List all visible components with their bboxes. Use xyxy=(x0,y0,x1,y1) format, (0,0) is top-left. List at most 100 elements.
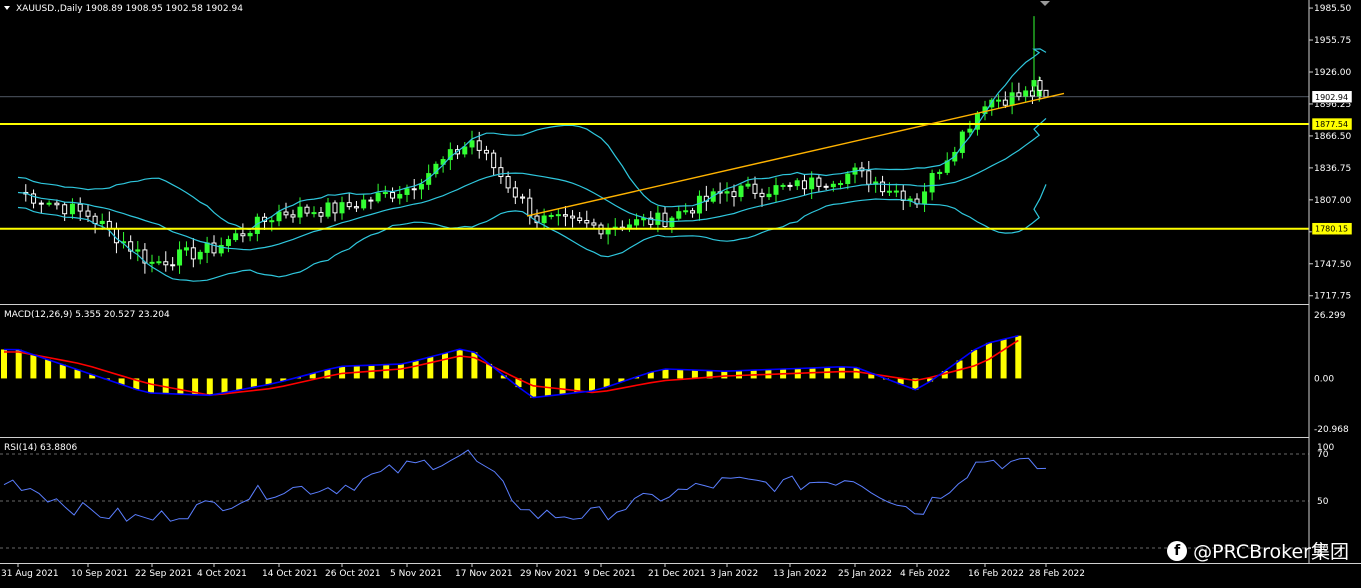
bear-candle-body xyxy=(491,152,497,169)
bull-candle-body xyxy=(177,249,183,266)
bull-candle-body xyxy=(886,190,892,193)
bull-candle-body xyxy=(197,251,203,260)
date-label: 25 Jan 2022 xyxy=(838,569,892,579)
bear-candle-body xyxy=(38,202,44,205)
bull-candle-body xyxy=(937,171,943,175)
bear-candle-body xyxy=(346,202,352,208)
date-label: 17 Nov 2021 xyxy=(455,569,513,579)
price-axis-label: 1955.75 xyxy=(1314,36,1351,46)
bull-candle-body xyxy=(541,215,547,224)
bull-candle-body xyxy=(69,203,75,215)
macd-axis-label: -20.968 xyxy=(1314,425,1349,435)
bear-candle-body xyxy=(290,214,296,218)
bull-candle-body xyxy=(156,261,162,264)
bull-candle-body xyxy=(469,140,475,148)
date-label: 13 Jan 2022 xyxy=(773,569,827,579)
macd-histogram-bar xyxy=(1000,339,1007,379)
bull-candle-body xyxy=(794,180,800,187)
bull-candle-body xyxy=(361,199,367,209)
macd-histogram-bar xyxy=(148,378,154,394)
bear-candle-body xyxy=(512,187,518,198)
bull-candle-body xyxy=(339,202,345,214)
bear-candle-body xyxy=(332,202,338,214)
macd-histogram-bar xyxy=(45,359,52,379)
bear-candle-body xyxy=(787,184,793,187)
date-label: 3 Jan 2022 xyxy=(710,569,758,579)
bull-candle-body xyxy=(99,220,105,225)
watermark-text: @PRCBroker集团 xyxy=(1193,541,1349,563)
bear-candle-body xyxy=(577,217,583,221)
bull-candle-body xyxy=(745,183,751,187)
macd-histogram-bar xyxy=(427,356,434,379)
macd-histogram-bar xyxy=(838,366,845,379)
macd-header: MACD(12,26,9) 5.355 20.527 23.204 xyxy=(4,310,170,320)
bear-candle-body xyxy=(759,192,765,198)
price-axis-label: 1866.50 xyxy=(1314,132,1351,142)
facebook-icon: f xyxy=(1167,540,1188,561)
macd-histogram-bar xyxy=(736,370,742,379)
bear-candle-body xyxy=(816,177,822,187)
bear-candle-body xyxy=(801,180,807,190)
bull-candle-body xyxy=(922,191,928,205)
macd-histogram-bar xyxy=(177,378,184,395)
bear-candle-body xyxy=(411,188,417,191)
bull-candle-body xyxy=(838,183,844,186)
bear-candle-body xyxy=(190,247,196,260)
bull-candle-body xyxy=(149,261,155,264)
trading-chart[interactable]: 1985.501955.751926.001896.251866.501836.… xyxy=(0,0,1361,588)
watermark: f @PRCBroker集团 xyxy=(1167,537,1349,564)
bear-candle-body xyxy=(62,204,68,215)
price-tag-label: 1877.54 xyxy=(1315,120,1348,129)
bear-candle-body xyxy=(476,140,482,151)
bull-candle-body xyxy=(1009,92,1015,106)
bear-candle-body xyxy=(1002,99,1008,106)
macd-axis-label: 26.299 xyxy=(1314,311,1346,321)
bear-candle-body xyxy=(900,190,906,201)
date-label: 28 Feb 2022 xyxy=(1029,569,1085,579)
bull-candle-body xyxy=(809,177,815,190)
bear-candle-body xyxy=(570,215,576,219)
bear-candle-body xyxy=(562,214,568,217)
bear-candle-body xyxy=(591,222,597,226)
bull-candle-body xyxy=(276,211,282,222)
macd-histogram-bar xyxy=(662,368,669,379)
bull-candle-body xyxy=(845,173,851,185)
bear-candle-body xyxy=(170,264,176,267)
price-axis-label: 1807.00 xyxy=(1314,196,1351,206)
bear-candle-body xyxy=(318,212,324,217)
rsi-axis-label: 70 xyxy=(1317,450,1329,460)
bull-candle-body xyxy=(247,232,253,237)
bear-candle-body xyxy=(880,181,886,193)
macd-histogram-bar xyxy=(721,371,728,379)
date-label: 29 Nov 2021 xyxy=(520,569,578,579)
bull-candle-body xyxy=(996,99,1002,102)
bull-candle-body xyxy=(418,183,424,190)
bear-candle-body xyxy=(584,219,590,224)
bear-candle-body xyxy=(527,197,533,217)
bull-candle-body xyxy=(183,247,189,251)
bull-candle-body xyxy=(696,195,702,214)
bull-candle-body xyxy=(959,131,965,153)
bear-candle-body xyxy=(240,233,246,237)
bear-candle-body xyxy=(353,206,359,209)
bull-candle-body xyxy=(1031,80,1037,87)
price-tag-label: 1780.15 xyxy=(1315,225,1348,234)
bull-candle-body xyxy=(655,212,661,225)
bull-candle-body xyxy=(382,192,388,195)
rsi-axis-label: 50 xyxy=(1317,497,1329,507)
bull-candle-body xyxy=(135,249,141,252)
bear-candle-body xyxy=(483,149,489,154)
macd-histogram-bar xyxy=(442,353,448,379)
price-axis-label: 1985.50 xyxy=(1314,4,1351,14)
macd-histogram-bar xyxy=(530,378,537,398)
price-axis-label: 1717.75 xyxy=(1314,292,1351,302)
macd-histogram-bar xyxy=(853,367,860,379)
bear-candle-body xyxy=(690,210,696,214)
rsi-header: RSI(14) 63.8806 xyxy=(4,443,77,453)
macd-histogram-bar xyxy=(383,364,390,379)
price-axis-label: 1926.00 xyxy=(1314,68,1351,78)
bull-candle-body xyxy=(676,211,682,219)
macd-histogram-bar xyxy=(397,364,404,379)
date-label: 16 Feb 2022 xyxy=(968,569,1024,579)
macd-histogram-bar xyxy=(412,360,419,379)
